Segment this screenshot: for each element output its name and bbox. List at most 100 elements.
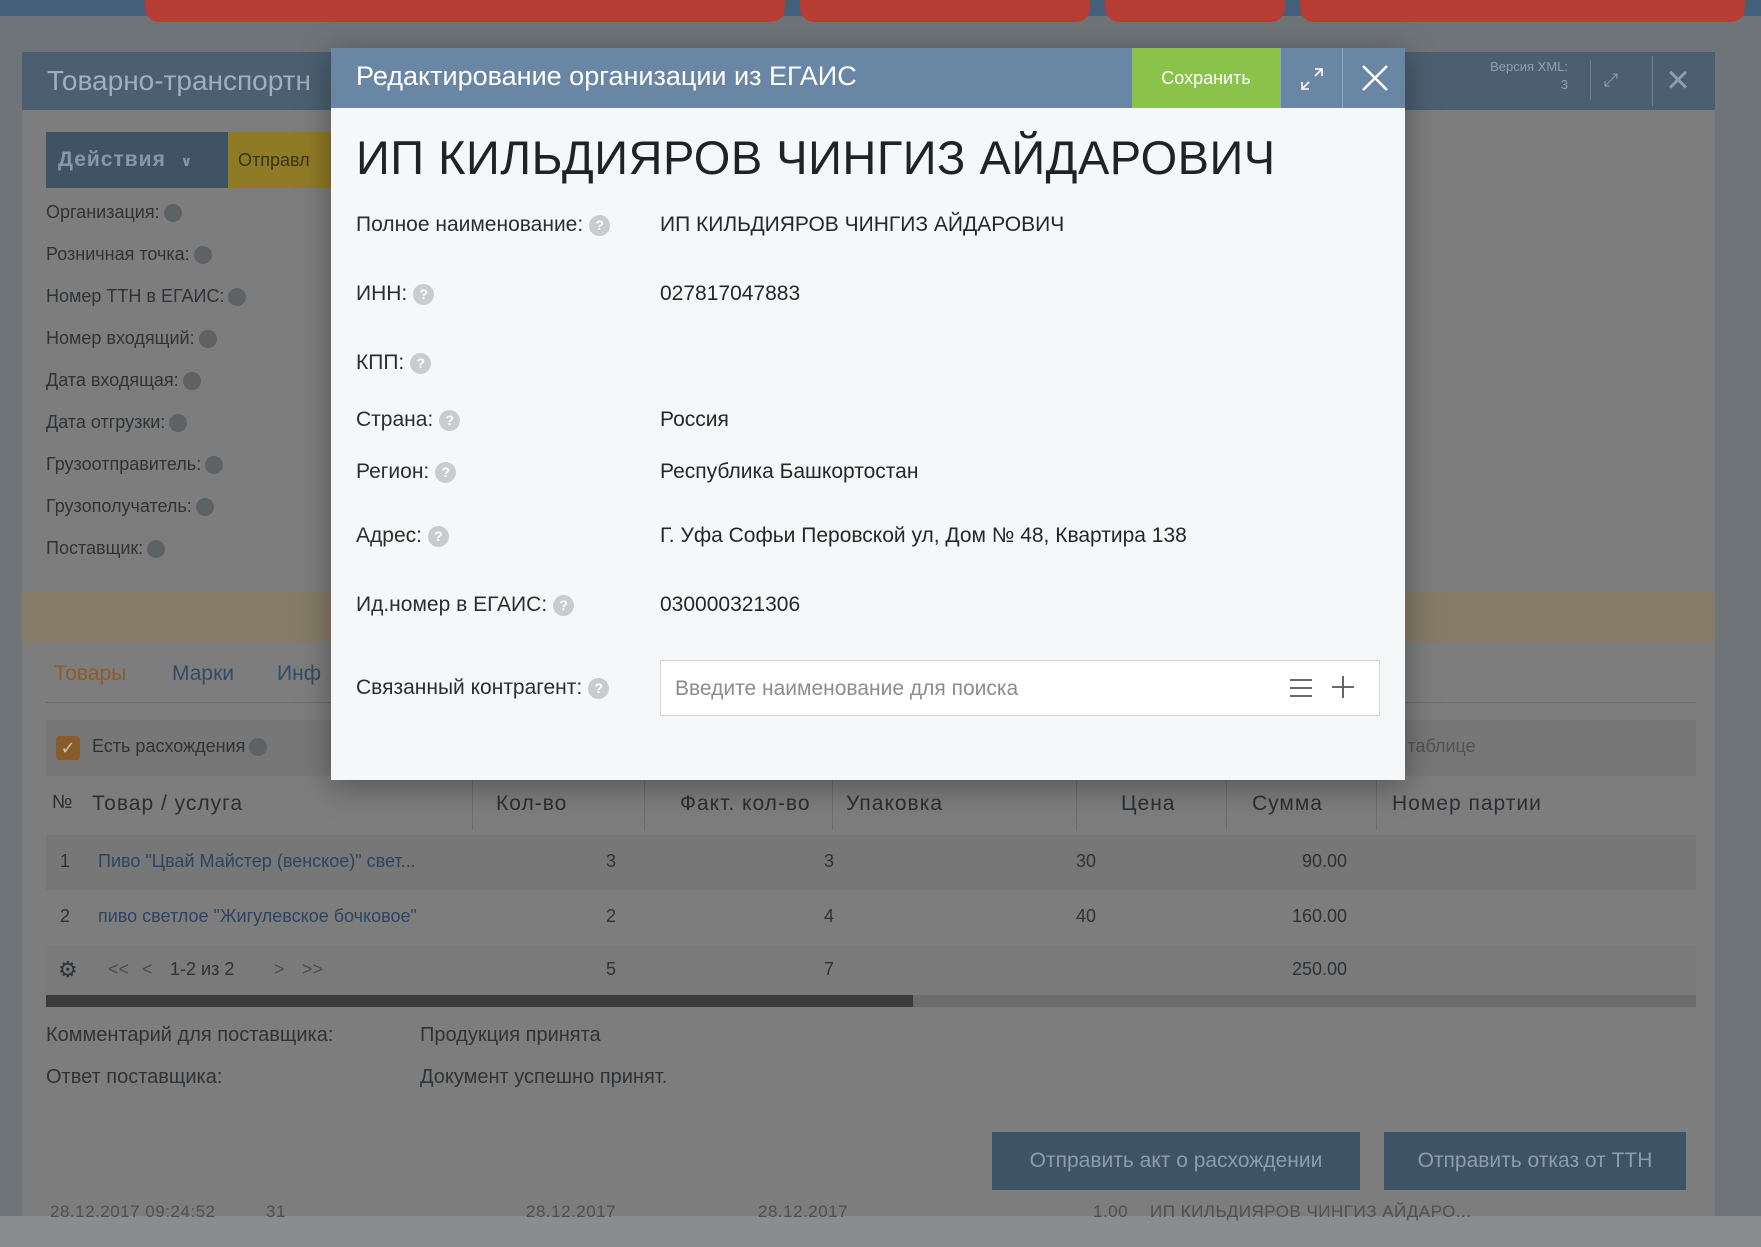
- tab-goods[interactable]: Товары: [54, 662, 126, 686]
- tab-info[interactable]: Инф: [277, 662, 321, 686]
- field-retail-point: Розничная точка:: [46, 244, 212, 265]
- list-row-org: ИП КИЛЬДИЯРОВ ЧИНГИЗ АЙДАРО...: [1150, 1202, 1472, 1221]
- region-value: Республика Башкортостан: [660, 460, 919, 483]
- help-icon[interactable]: ?: [589, 214, 611, 236]
- help-icon[interactable]: [228, 288, 247, 307]
- discrepancies-checkbox[interactable]: ✓: [56, 736, 80, 760]
- help-icon[interactable]: ?: [413, 283, 435, 305]
- table-row[interactable]: 1 Пиво "Цвай Майстер (венское)" свет... …: [46, 835, 1696, 890]
- help-icon[interactable]: ?: [427, 525, 449, 547]
- list-icon[interactable]: [1288, 675, 1314, 701]
- row-number: 1: [60, 851, 71, 871]
- help-icon[interactable]: ?: [410, 352, 432, 374]
- total-fact-qty: 7: [824, 959, 835, 979]
- chevron-down-icon: ∨: [180, 153, 194, 169]
- close-icon[interactable]: [1342, 48, 1406, 108]
- field-incoming-date: Дата входящая:: [46, 370, 201, 391]
- modal-title: Редактирование организации из ЕГАИС: [356, 61, 857, 91]
- pager-first-icon[interactable]: <<: [108, 959, 129, 980]
- scrollbar-thumb[interactable]: [46, 995, 913, 1007]
- row-price: 30: [1076, 851, 1097, 871]
- col-price[interactable]: Цена: [1121, 792, 1176, 816]
- help-icon[interactable]: ?: [588, 677, 610, 699]
- discrepancies-label: Есть расхождения: [92, 736, 268, 757]
- help-icon[interactable]: [147, 540, 166, 559]
- edit-organization-modal: Редактирование организации из ЕГАИС Сохр…: [331, 48, 1405, 780]
- xml-version-label: Версия XML:: [1490, 59, 1568, 74]
- help-icon[interactable]: [198, 330, 217, 349]
- col-sum[interactable]: Сумма: [1252, 792, 1323, 816]
- document-expand-icon[interactable]: ⤢: [1590, 60, 1631, 100]
- answer-value: Документ успешно принят.: [420, 1066, 668, 1088]
- document-close-icon[interactable]: ×: [1652, 56, 1703, 106]
- row-sum: 160.00: [1292, 906, 1348, 926]
- top-navigation-strip: [0, 0, 1761, 22]
- full-name-label: Полное наименование:?: [356, 213, 611, 237]
- row-fact-qty: 3: [824, 851, 835, 871]
- row-product-link[interactable]: пиво светлое "Жигулевское бочковое": [98, 906, 417, 927]
- plus-icon[interactable]: [1329, 673, 1357, 701]
- help-icon[interactable]: ?: [553, 594, 575, 616]
- row-product-link[interactable]: Пиво "Цвай Майстер (венское)" свет...: [98, 851, 416, 872]
- table-header: № Товар / услуга Кол-во Факт. кол-во Упа…: [46, 780, 1696, 830]
- table-row[interactable]: 2 пиво светлое "Жигулевское бочковое" 2 …: [46, 890, 1696, 945]
- row-sum: 90.00: [1302, 851, 1348, 871]
- help-icon[interactable]: [182, 372, 201, 391]
- egais-id-value: 030000321306: [660, 593, 801, 616]
- list-row-date: 28.12.2017: [526, 1202, 617, 1221]
- address-label: Адрес:?: [356, 524, 449, 548]
- gear-icon[interactable]: ⚙: [58, 957, 78, 983]
- actions-label: Действия: [58, 148, 166, 171]
- document-title: Товарно-транспортн: [47, 65, 311, 96]
- field-supplier: Поставщик:: [46, 538, 166, 559]
- help-icon[interactable]: ?: [435, 461, 457, 483]
- col-product[interactable]: Товар / услуга: [92, 792, 243, 816]
- col-fact-qty[interactable]: Факт. кол-во: [680, 792, 811, 816]
- comment-value: Продукция принята: [420, 1024, 601, 1046]
- help-icon[interactable]: [169, 414, 188, 433]
- egais-id-label: Ид.номер в ЕГАИС:?: [356, 593, 575, 617]
- field-organization: Организация:: [46, 202, 182, 223]
- linked-counterparty-input[interactable]: [673, 661, 1257, 717]
- total-qty: 5: [606, 959, 617, 979]
- help-icon[interactable]: [193, 246, 212, 265]
- pager-next-icon[interactable]: >: [274, 959, 285, 980]
- expand-icon[interactable]: [1280, 48, 1343, 108]
- help-icon[interactable]: [163, 204, 182, 223]
- actions-dropdown-button[interactable]: Действия ∨: [46, 132, 228, 188]
- col-batch[interactable]: Номер партии: [1392, 792, 1542, 816]
- send-discrepancy-act-button[interactable]: Отправить акт о расхождении: [992, 1132, 1360, 1190]
- help-icon[interactable]: ?: [439, 409, 461, 431]
- field-shipment-date: Дата отгрузки:: [46, 412, 188, 433]
- full-name-value: ИП КИЛЬДИЯРОВ ЧИНГИЗ АЙДАРОВИЧ: [660, 213, 1065, 236]
- list-row-datetime: 28.12.2017 09:24:52: [50, 1202, 216, 1221]
- inn-value: 027817047883: [660, 282, 801, 305]
- col-number[interactable]: №: [52, 792, 73, 814]
- field-shipper: Грузоотправитель:: [46, 454, 224, 475]
- comment-label: Комментарий для поставщика:: [46, 1024, 334, 1046]
- xml-version-value: 3: [1560, 77, 1568, 92]
- top-tab: [1105, 0, 1285, 22]
- row-price: 40: [1076, 906, 1097, 926]
- table-summary-row: ⚙ << < 1-2 из 2 > >> 5 7 250.00: [46, 945, 1696, 995]
- col-qty[interactable]: Кол-во: [496, 792, 567, 816]
- tab-marks[interactable]: Марки: [172, 662, 234, 686]
- help-icon[interactable]: [195, 498, 214, 517]
- row-qty: 3: [606, 851, 617, 871]
- row-qty: 2: [606, 906, 617, 926]
- help-icon[interactable]: [249, 738, 268, 757]
- pager-prev-icon[interactable]: <: [142, 959, 153, 980]
- table-scrollbar[interactable]: [46, 995, 1696, 1007]
- row-number: 2: [60, 906, 71, 926]
- save-button[interactable]: Сохранить: [1132, 48, 1280, 108]
- col-package[interactable]: Упаковка: [846, 792, 943, 816]
- country-label: Страна:?: [356, 408, 461, 432]
- send-ttn-rejection-button[interactable]: Отправить отказ от ТТН: [1384, 1132, 1686, 1190]
- send-button[interactable]: Отправл: [228, 132, 338, 188]
- kpp-label: КПП:?: [356, 351, 432, 375]
- pager-last-icon[interactable]: >>: [302, 959, 323, 980]
- field-incoming-number: Номер входящий:: [46, 328, 217, 349]
- help-icon[interactable]: [205, 456, 224, 475]
- modal-header: Редактирование организации из ЕГАИС Сохр…: [331, 48, 1405, 108]
- list-row-qty: 1.00: [1093, 1202, 1129, 1221]
